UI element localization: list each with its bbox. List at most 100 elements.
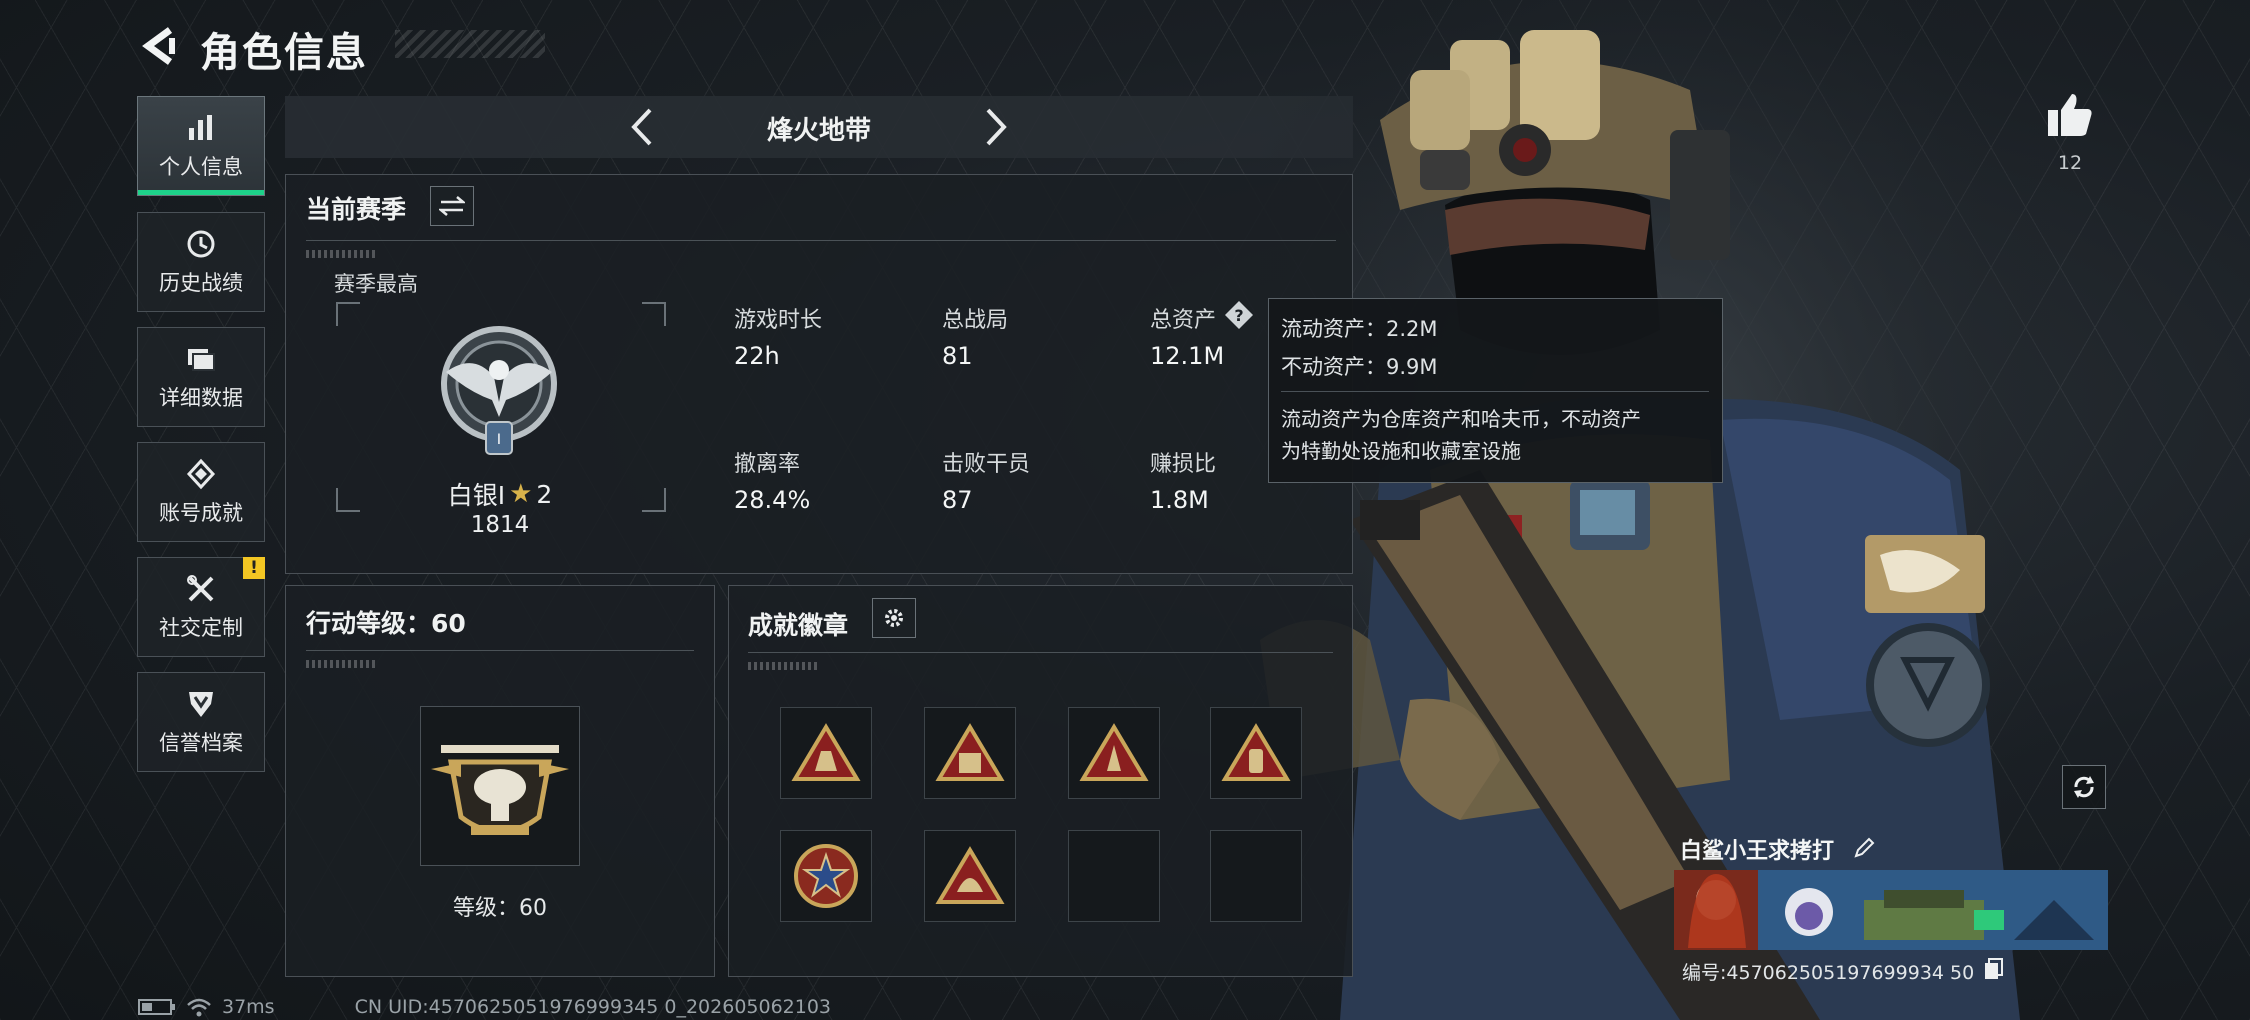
achievement-badge-empty[interactable] xyxy=(1210,830,1302,922)
switch-season-button[interactable] xyxy=(430,186,474,226)
achievement-stripes xyxy=(748,662,818,670)
frame-corner xyxy=(336,302,360,326)
achievement-title: 成就徽章 xyxy=(748,611,849,640)
assets-tooltip: 流动资产：2.2M 不动资产：9.9M 流动资产为仓库资产和哈夫币，不动资产 为… xyxy=(1268,298,1723,483)
stat-value-play-time: 22h xyxy=(734,342,780,370)
frame-corner xyxy=(642,488,666,512)
stat-value-total-assets: 12.1M xyxy=(1150,342,1225,370)
triangle-badge-icon xyxy=(791,723,861,781)
triangle-badge-icon xyxy=(1221,723,1291,781)
rank-name-row: 白银I ★ 2 xyxy=(438,476,562,512)
rank-emblem-icon: I xyxy=(441,326,557,455)
stat-label-total-assets: 总资产 xyxy=(1150,308,1217,333)
wifi-icon xyxy=(187,998,211,1017)
sidebar-item-label: 账号成就 xyxy=(159,501,243,525)
achievement-badge-2[interactable] xyxy=(924,707,1016,799)
refresh-button[interactable] xyxy=(2062,765,2106,809)
stat-value-operators-defeated: 87 xyxy=(942,486,973,514)
player-id: 编号:457062505197699934 50 xyxy=(1682,962,1975,984)
season-panel-title: 当前赛季 xyxy=(306,195,407,224)
svg-text:I: I xyxy=(497,432,501,448)
ping-value: 37ms xyxy=(222,996,275,1018)
copy-icon[interactable] xyxy=(1984,958,2004,980)
tooltip-description-line-1: 流动资产为仓库资产和哈夫币，不动资产 xyxy=(1281,407,1641,431)
rank-name: 白银I xyxy=(447,481,506,510)
season-divider xyxy=(306,240,1336,241)
sidebar-item-label: 历史战绩 xyxy=(159,271,243,295)
sidebar-item-label: 社交定制 xyxy=(159,616,243,640)
mode-selector: 烽火地带 xyxy=(285,96,1353,158)
tooltip-fixed-assets: 不动资产：9.9M xyxy=(1281,355,1438,379)
frame-corner xyxy=(336,488,360,512)
status-bar: 37ms CN UID:4570625051976999345 0_202605… xyxy=(138,996,831,1018)
help-glyph: ? xyxy=(1234,306,1243,325)
sidebar-item-label: 详细数据 xyxy=(159,386,243,410)
triangle-badge-icon xyxy=(935,846,1005,904)
achievement-badge-4[interactable] xyxy=(1210,707,1302,799)
tooltip-description-line-2: 为特勤处设施和收藏室设施 xyxy=(1281,439,1521,463)
stat-value-total-matches: 81 xyxy=(942,342,973,370)
mode-title: 烽火地带 xyxy=(766,116,871,146)
level-text: 等级：60 xyxy=(453,896,547,921)
history-icon xyxy=(187,230,215,258)
stat-label-operators-defeated: 击败干员 xyxy=(942,452,1031,477)
level-emblem-frame xyxy=(420,706,580,866)
rank-score: 1814 xyxy=(470,512,530,538)
action-level-title: 行动等级：60 xyxy=(306,609,466,638)
achievement-settings-button[interactable] xyxy=(872,598,916,638)
title-decoration xyxy=(395,30,545,58)
folder-icon xyxy=(188,349,215,371)
achievement-badge-6[interactable] xyxy=(924,830,1016,922)
season-stripes xyxy=(306,250,376,258)
thumbs-up-icon[interactable] xyxy=(2046,92,2094,138)
battery-icon xyxy=(138,999,175,1015)
stat-label-profit-loss: 赚损比 xyxy=(1150,452,1217,477)
triangle-badge-icon xyxy=(935,723,1005,781)
achievement-badge-1[interactable] xyxy=(780,707,872,799)
season-best-label: 赛季最高 xyxy=(334,272,418,296)
uid-text: CN UID:4570625051976999345 0_20260506210… xyxy=(354,996,832,1018)
action-level-divider xyxy=(306,650,694,651)
tooltip-divider xyxy=(1281,391,1709,392)
helicopter-emblem-icon xyxy=(431,745,569,835)
achievement-badge-3[interactable] xyxy=(1068,707,1160,799)
star-icon: ★ xyxy=(509,479,533,509)
action-level-stripes xyxy=(306,660,376,668)
triangle-badge-icon xyxy=(1079,723,1149,781)
frame-corner xyxy=(642,302,666,326)
swap-icon xyxy=(439,196,465,216)
sidebar-item-detail-data[interactable]: 详细数据 xyxy=(137,327,265,427)
page-title: 角色信息 xyxy=(200,30,368,76)
tools-icon xyxy=(187,575,214,602)
name-card-banner[interactable] xyxy=(1674,830,2108,950)
sidebar-item-achievements[interactable]: 账号成就 xyxy=(137,442,265,542)
achievement-badge-empty[interactable] xyxy=(1068,830,1160,922)
bar-chart-icon xyxy=(189,115,212,140)
warning-badge: ! xyxy=(243,557,265,579)
chevron-left-icon[interactable] xyxy=(618,102,668,152)
stat-label-play-time: 游戏时长 xyxy=(734,308,823,333)
sidebar-item-history[interactable]: 历史战绩 xyxy=(137,212,265,312)
achievement-badge-5[interactable] xyxy=(780,830,872,922)
achievement-icon xyxy=(186,458,216,490)
rank-stars: 2 xyxy=(536,479,553,509)
gear-icon xyxy=(885,609,903,627)
stat-label-extract-rate: 撤离率 xyxy=(734,452,801,477)
stat-value-extract-rate: 28.4% xyxy=(734,486,811,514)
sidebar-item-label: 个人信息 xyxy=(159,155,243,179)
round-star-badge-icon xyxy=(794,844,858,908)
tooltip-liquid-assets: 流动资产：2.2M xyxy=(1281,317,1438,341)
back-arrow-icon[interactable] xyxy=(138,24,182,68)
stat-value-profit-loss: 1.8M xyxy=(1150,486,1209,514)
sidebar-item-reputation[interactable]: 信誉档案 xyxy=(137,672,265,772)
stat-label-total-matches: 总战局 xyxy=(942,308,1009,333)
refresh-icon xyxy=(2074,776,2094,798)
help-icon[interactable]: ? xyxy=(1224,300,1254,330)
sidebar-item-personal-info[interactable]: 个人信息 xyxy=(137,96,265,196)
sidebar-item-social-custom[interactable]: 社交定制 ! xyxy=(137,557,265,657)
sidebar-item-label: 信誉档案 xyxy=(159,731,243,755)
shield-icon xyxy=(189,692,213,717)
achievement-divider xyxy=(748,652,1333,653)
like-count: 12 xyxy=(2057,152,2083,174)
chevron-right-icon[interactable] xyxy=(970,102,1020,152)
